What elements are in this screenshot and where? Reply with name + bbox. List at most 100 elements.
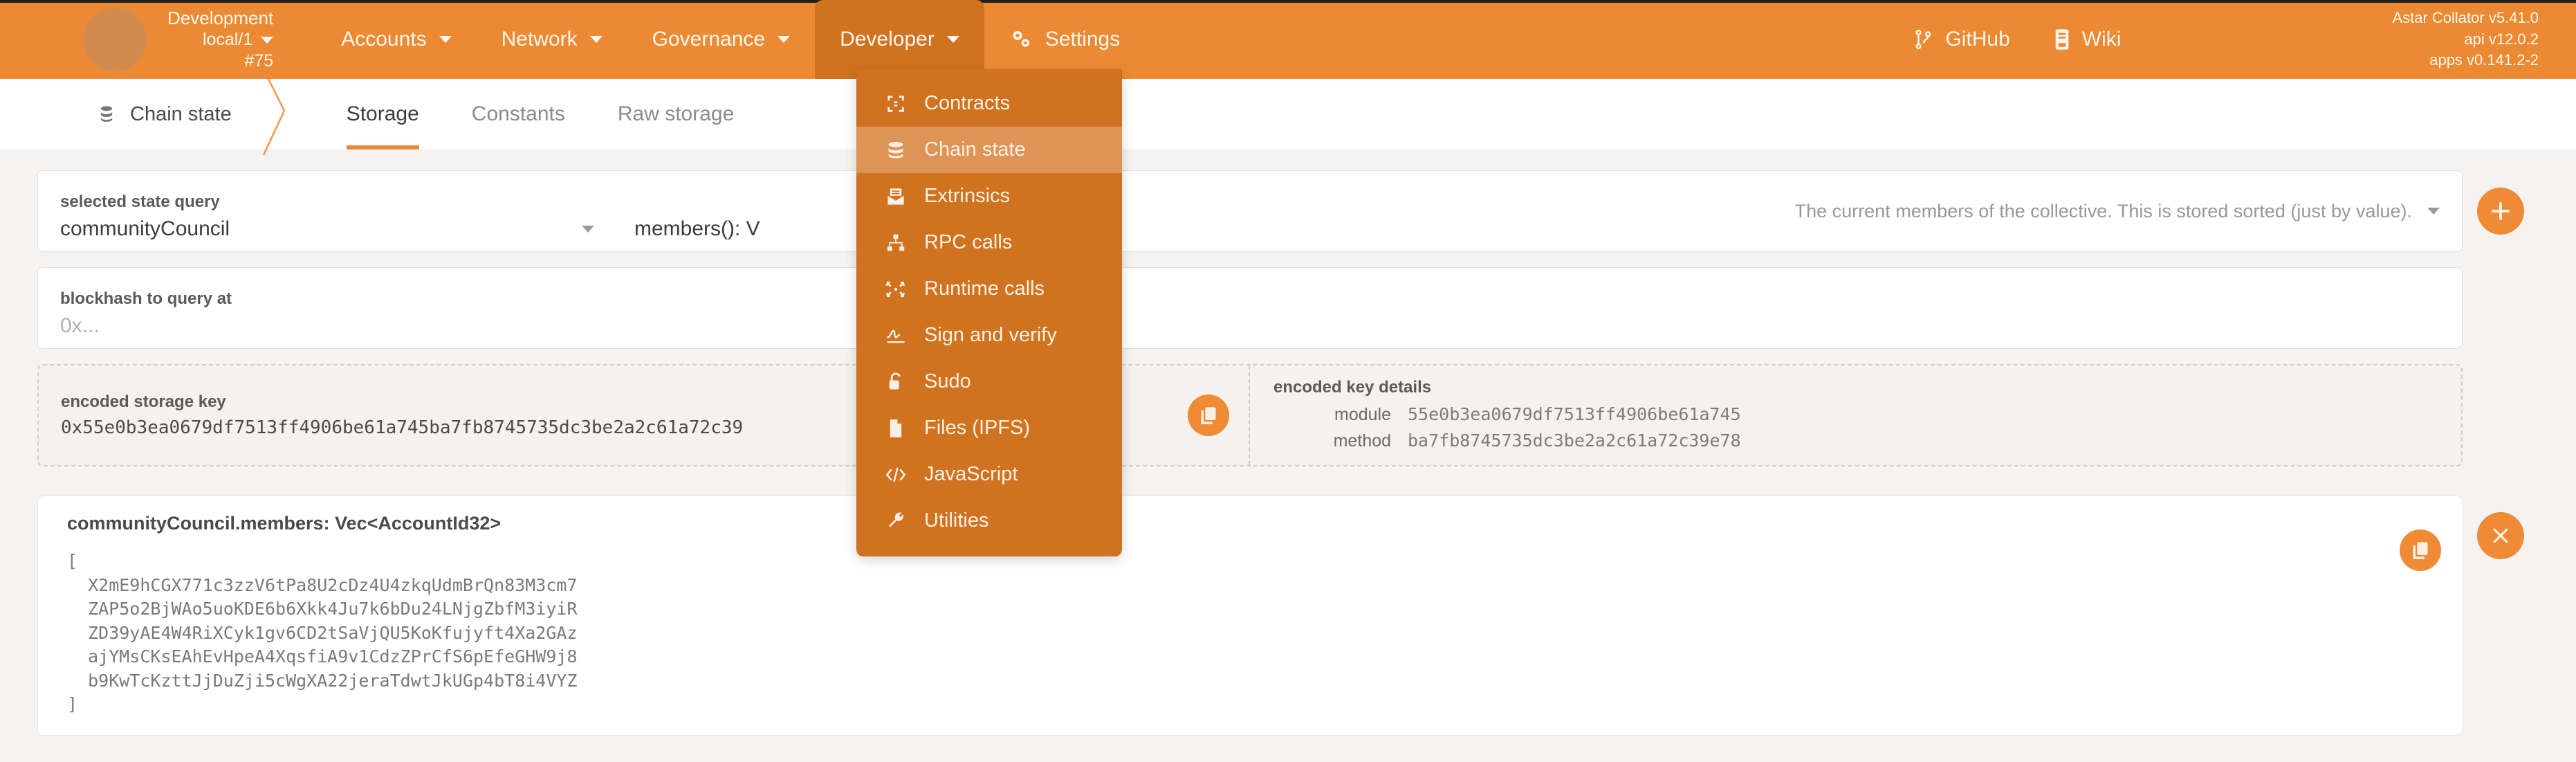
- menu-label-sign-and-verify: Sign and verify: [924, 324, 1057, 346]
- tab-label-raw-storage: Raw storage: [617, 102, 735, 125]
- chevron-down-icon: [261, 36, 274, 44]
- selected-state-query-card: selected state query communityCouncil me…: [37, 170, 2463, 252]
- nav-item-governance[interactable]: Governance: [627, 0, 815, 79]
- menu-label-files-ipfs: Files (IPFS): [924, 417, 1031, 439]
- key-detail-row: module 55e0b3ea0679df7513ff4906be61a745: [1273, 404, 1741, 425]
- query-result-value: [ X2mE9hCGX771c3zzV6tPa8U2cDz4U4zkqUdmBr…: [67, 551, 578, 714]
- compress-arrows-icon: [884, 280, 908, 299]
- query-method-field[interactable]: members(): V: [612, 171, 1795, 251]
- add-query-button[interactable]: [2477, 188, 2524, 235]
- chevron-down-icon: [589, 36, 602, 43]
- nav-item-developer[interactable]: Developer: [815, 0, 984, 79]
- nav-label-network: Network: [501, 28, 578, 51]
- developer-dropdown-menu: Contracts Chain state Extrinsics RPC cal…: [856, 69, 1122, 556]
- chevron-down-icon: [778, 36, 791, 43]
- file-icon: [884, 419, 908, 438]
- encoded-key-row: encoded storage key 0x55e0b3ea0679df7513…: [37, 349, 2539, 466]
- menu-item-contracts[interactable]: Contracts: [856, 80, 1122, 127]
- nav-item-network[interactable]: Network: [477, 0, 627, 79]
- blockhash-card: blockhash to query at 0x...: [37, 267, 2463, 349]
- query-description-field[interactable]: The current members of the collective. T…: [1795, 201, 2462, 222]
- menu-item-extrinsics[interactable]: Extrinsics: [856, 173, 1122, 219]
- menu-label-javascript: JavaScript: [924, 463, 1018, 485]
- query-result-card: communityCouncil.members: Vec<AccountId3…: [37, 496, 2463, 736]
- menu-label-sudo: Sudo: [924, 370, 971, 392]
- result-close-holder: [2463, 496, 2539, 559]
- wrench-icon: [884, 511, 908, 531]
- chevron-down-icon: [439, 36, 452, 43]
- top-bar: Development local/1 #75 Accounts Network…: [0, 0, 2576, 79]
- version-info: Astar Collator v5.41.0 api v12.0.2 apps …: [2392, 8, 2539, 71]
- tab-bar: Chain state Storage Constants Raw storag…: [0, 73, 2576, 155]
- query-label: selected state query: [60, 192, 220, 211]
- database-icon: [884, 140, 908, 160]
- chevron-down-icon: [2427, 208, 2440, 215]
- encoded-key-copy-holder: [1175, 394, 1249, 436]
- encoded-key-panel: encoded storage key 0x55e0b3ea0679df7513…: [37, 364, 2463, 466]
- copy-result-button[interactable]: [2400, 529, 2441, 571]
- result-actions: [2386, 513, 2441, 571]
- query-module-field[interactable]: selected state query communityCouncil: [38, 171, 612, 251]
- key-detail-key-method: method: [1333, 431, 1391, 451]
- tab-separator: [262, 73, 305, 155]
- envelope-icon: [884, 187, 908, 206]
- menu-label-chain-state: Chain state: [924, 138, 1026, 161]
- database-icon: [97, 104, 116, 125]
- menu-item-utilities[interactable]: Utilities: [856, 498, 1122, 544]
- unlock-icon: [884, 372, 908, 392]
- wiki-link[interactable]: Wiki: [2053, 28, 2121, 51]
- version-api: api v12.0.2: [2464, 30, 2539, 48]
- chevron-down-icon: [946, 36, 959, 43]
- query-result-title: communityCouncil.members: Vec<AccountId3…: [67, 513, 502, 534]
- nav-label-accounts: Accounts: [341, 28, 427, 51]
- tab-raw-storage[interactable]: Raw storage: [591, 79, 760, 149]
- main-content: selected state query communityCouncil me…: [0, 149, 2576, 762]
- github-link[interactable]: GitHub: [1913, 27, 2010, 51]
- tab-constants[interactable]: Constants: [445, 79, 591, 149]
- tab-label-constants: Constants: [471, 102, 565, 125]
- github-label: GitHub: [1945, 27, 2010, 51]
- chain-name: Development: [167, 7, 274, 28]
- blockhash-label: blockhash to query at: [60, 289, 232, 308]
- book-icon: [2053, 28, 2071, 51]
- blockhash-field[interactable]: blockhash to query at 0x...: [38, 268, 2462, 348]
- encoded-key-details-label: encoded key details: [1273, 378, 1432, 397]
- close-icon: [2490, 525, 2511, 546]
- copy-encoded-key-button[interactable]: [1188, 394, 1229, 436]
- version-apps: apps v0.141.2-2: [2429, 51, 2539, 69]
- query-description: The current members of the collective. T…: [1794, 200, 2412, 221]
- code-icon: [884, 466, 908, 483]
- version-client: Astar Collator v5.41.0: [2392, 9, 2539, 27]
- chain-node: local/1: [202, 30, 253, 50]
- query-result-body: communityCouncil.members: Vec<AccountId3…: [67, 513, 2386, 717]
- tab-storage[interactable]: Storage: [320, 79, 445, 149]
- encoded-key-details-half: encoded key details module 55e0b3ea0679d…: [1250, 365, 2461, 465]
- section-title: Chain state: [130, 102, 232, 125]
- key-detail-value-module: 55e0b3ea0679df7513ff4906be61a745: [1408, 404, 1741, 424]
- query-row: selected state query communityCouncil me…: [37, 170, 2539, 252]
- chain-selector[interactable]: Development local/1 #75: [167, 7, 274, 72]
- menu-label-extrinsics: Extrinsics: [924, 185, 1011, 207]
- nav-label-settings: Settings: [1045, 28, 1121, 51]
- git-branch-icon: [1913, 28, 1934, 51]
- remove-result-button[interactable]: [2477, 512, 2524, 559]
- nav-label-governance: Governance: [652, 28, 766, 51]
- menu-item-runtime-calls[interactable]: Runtime calls: [856, 266, 1122, 312]
- chain-block-number: #75: [244, 51, 274, 71]
- menu-item-chain-state[interactable]: Chain state: [856, 127, 1122, 173]
- tab-label-storage: Storage: [346, 102, 419, 125]
- nav-item-settings[interactable]: Settings: [984, 0, 1145, 79]
- menu-item-javascript[interactable]: JavaScript: [856, 451, 1122, 498]
- menu-label-contracts: Contracts: [924, 92, 1011, 114]
- sitemap-icon: [884, 233, 908, 253]
- chain-logo: [83, 8, 147, 71]
- blockhash-input[interactable]: 0x...: [60, 314, 2444, 338]
- menu-item-sign-and-verify[interactable]: Sign and verify: [856, 312, 1122, 359]
- nav-item-accounts[interactable]: Accounts: [316, 0, 476, 79]
- menu-item-rpc-calls[interactable]: RPC calls: [856, 219, 1122, 266]
- main-nav: Accounts Network Governance Developer Se…: [316, 0, 1145, 79]
- menu-item-files-ipfs[interactable]: Files (IPFS): [856, 405, 1122, 451]
- add-query-holder: [2463, 170, 2539, 252]
- menu-item-sudo[interactable]: Sudo: [856, 359, 1122, 405]
- menu-label-runtime-calls: Runtime calls: [924, 278, 1045, 300]
